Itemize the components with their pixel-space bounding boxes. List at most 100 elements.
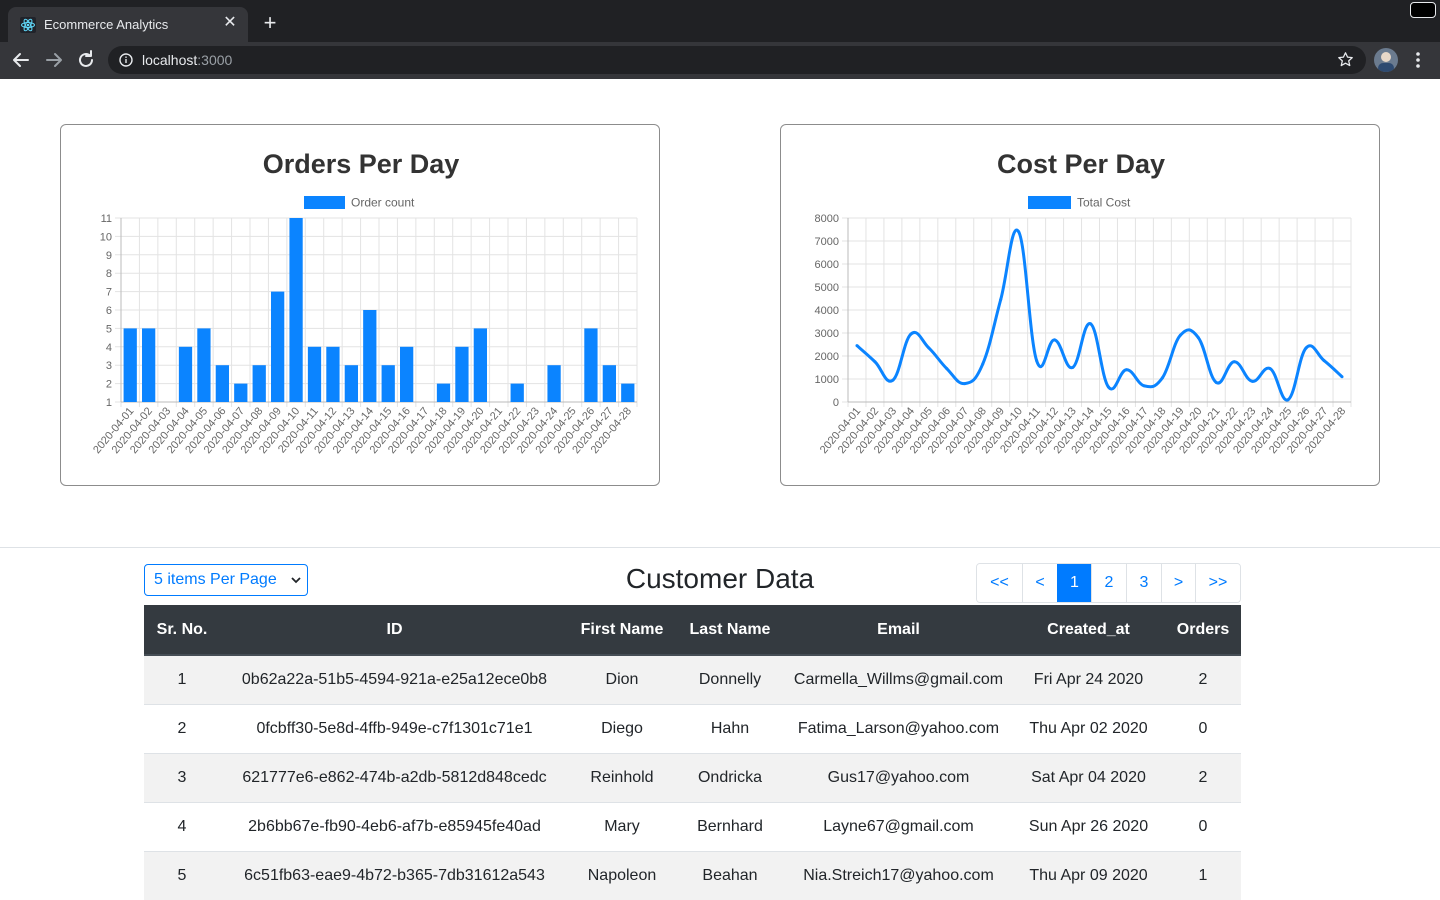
- cell-email: Carmella_Willms@gmail.com: [785, 654, 1012, 704]
- orders-y-tick-label: 10: [100, 231, 112, 243]
- forward-arrow-icon[interactable]: [42, 48, 66, 72]
- next-page-button[interactable]: >: [1161, 564, 1195, 602]
- cell-orders: 1: [1165, 850, 1241, 900]
- table-row: 5 6c51fb63-eae9-4b72-b365-7db31612a543 N…: [144, 850, 1241, 900]
- column-header-id[interactable]: ID: [220, 605, 569, 656]
- profile-badge-icon: [1410, 2, 1436, 18]
- url-port: :3000: [197, 52, 233, 68]
- bookmark-star-icon[interactable]: [1337, 51, 1354, 68]
- menu-kebab-icon[interactable]: [1408, 48, 1428, 72]
- orders-chart-card: Orders Per Day Order count 1 2 3 4 5 6 7 8 9 10 11…: [60, 124, 660, 486]
- cost-y-tick-label: 3000: [815, 328, 839, 340]
- cell-first-name: Reinhold: [569, 752, 675, 802]
- orders-bar: [455, 346, 469, 402]
- table-header-row: Sr. No. ID First Name Last Name Email Cr…: [144, 605, 1241, 656]
- orders-y-tick-label: 4: [106, 342, 112, 354]
- cost-y-tick-label: 5000: [815, 282, 839, 294]
- cell-last-name: Donnelly: [675, 654, 785, 704]
- cell-orders: 2: [1165, 654, 1241, 704]
- cost-chart: Cost Per Day Total Cost 0 1000 2000 3000 400…: [815, 149, 1352, 456]
- table-row: 2 0fcbff30-5e8d-4ffb-949e-c7f1301c71e1 D…: [144, 703, 1241, 753]
- first-page-button[interactable]: <<: [977, 564, 1022, 602]
- orders-y-tick-label: 2: [106, 379, 112, 391]
- cost-point: [1142, 384, 1146, 388]
- orders-bar: [400, 346, 414, 402]
- cost-point: [1053, 338, 1057, 342]
- page-3-button[interactable]: 3: [1126, 564, 1161, 602]
- cell-email: Gus17@yahoo.com: [785, 752, 1012, 802]
- last-page-button[interactable]: >>: [1195, 564, 1240, 602]
- orders-bar: [234, 383, 248, 402]
- orders-bar: [215, 365, 229, 402]
- info-icon[interactable]: [119, 53, 133, 67]
- orders-bar: [252, 365, 266, 402]
- close-tab-icon[interactable]: ✕: [220, 13, 240, 33]
- cell-first-name: Napoleon: [569, 850, 675, 900]
- cell-first-name: Dion: [569, 654, 675, 704]
- cost-point: [963, 382, 967, 386]
- cell-created-at: Sat Apr 04 2020: [1012, 752, 1165, 802]
- cell-sr-no: 1: [144, 654, 220, 704]
- column-header-first-name[interactable]: First Name: [569, 605, 675, 656]
- cost-point: [1017, 230, 1021, 234]
- column-header-created-at[interactable]: Created_at: [1012, 605, 1165, 656]
- cell-last-name: Bernhard: [675, 801, 785, 851]
- column-header-last-name[interactable]: Last Name: [675, 605, 785, 656]
- cost-y-tick-label: 0: [833, 397, 839, 409]
- cost-chart-card: Cost Per Day Total Cost 0 1000 2000 3000 400…: [780, 124, 1380, 486]
- chevron-down-icon: [291, 577, 301, 584]
- orders-bar: [344, 365, 358, 402]
- cell-created-at: Sun Apr 26 2020: [1012, 801, 1165, 851]
- orders-y-tick-label: 5: [106, 323, 112, 335]
- back-arrow-icon[interactable]: [9, 48, 33, 72]
- table-row: 1 0b62a22a-51b5-4594-921a-e25a12ece0b8 D…: [144, 654, 1241, 704]
- cost-point: [945, 367, 949, 371]
- cost-point: [1268, 367, 1272, 371]
- cost-point: [855, 344, 859, 348]
- orders-y-tick-label: 6: [106, 305, 112, 317]
- prev-page-button[interactable]: <: [1022, 564, 1057, 602]
- orders-bar: [307, 346, 322, 402]
- page-1-button[interactable]: 1: [1057, 564, 1091, 602]
- orders-y-tick-label: 3: [106, 360, 112, 372]
- customer-table: Sr. No. ID First Name Last Name Email Cr…: [144, 605, 1241, 900]
- react-logo-icon: [20, 17, 36, 33]
- cell-orders: 0: [1165, 801, 1241, 851]
- cell-id: 0b62a22a-51b5-4594-921a-e25a12ece0b8: [220, 654, 569, 704]
- orders-legend-label: Order count: [351, 196, 415, 210]
- avatar-icon: [1378, 52, 1394, 72]
- orders-bar: [289, 218, 303, 402]
- orders-bar: [510, 383, 524, 402]
- address-bar[interactable]: localhost:3000: [108, 46, 1366, 74]
- cell-created-at: Fri Apr 24 2020: [1012, 654, 1165, 704]
- tab-title: Ecommerce Analytics: [44, 17, 169, 32]
- cost-point: [981, 362, 985, 366]
- orders-bar: [547, 365, 561, 402]
- column-header-orders[interactable]: Orders: [1165, 605, 1241, 656]
- browser-tab[interactable]: Ecommerce Analytics ✕: [8, 7, 248, 42]
- orders-bar: [473, 328, 487, 402]
- reload-icon[interactable]: [74, 48, 98, 72]
- items-per-page-select[interactable]: 5 items Per Page: [144, 564, 308, 596]
- cell-email: Layne67@gmail.com: [785, 801, 1012, 851]
- cell-id: 621777e6-e862-474b-a2db-5812d848cedc: [220, 752, 569, 802]
- page-2-button[interactable]: 2: [1091, 564, 1126, 602]
- new-tab-button[interactable]: +: [258, 12, 282, 36]
- profile-avatar[interactable]: [1374, 48, 1398, 72]
- cost-y-tick-label: 4000: [815, 305, 839, 317]
- section-divider: [0, 547, 1440, 548]
- cost-chart-title: Cost Per Day: [997, 149, 1165, 179]
- cell-last-name: Ondricka: [675, 752, 785, 802]
- cell-sr-no: 4: [144, 801, 220, 851]
- column-header-sr-no[interactable]: Sr. No.: [144, 605, 220, 656]
- cost-y-tick-label: 8000: [815, 213, 839, 225]
- cost-point: [1124, 368, 1128, 372]
- orders-y-tick-label: 8: [106, 268, 112, 280]
- cell-last-name: Beahan: [675, 850, 785, 900]
- orders-bar: [178, 346, 193, 402]
- cost-point: [1250, 379, 1254, 383]
- cost-point: [1304, 346, 1308, 350]
- cell-last-name: Hahn: [675, 703, 785, 753]
- customer-data-title: Customer Data: [625, 563, 815, 594]
- column-header-email[interactable]: Email: [785, 605, 1012, 656]
